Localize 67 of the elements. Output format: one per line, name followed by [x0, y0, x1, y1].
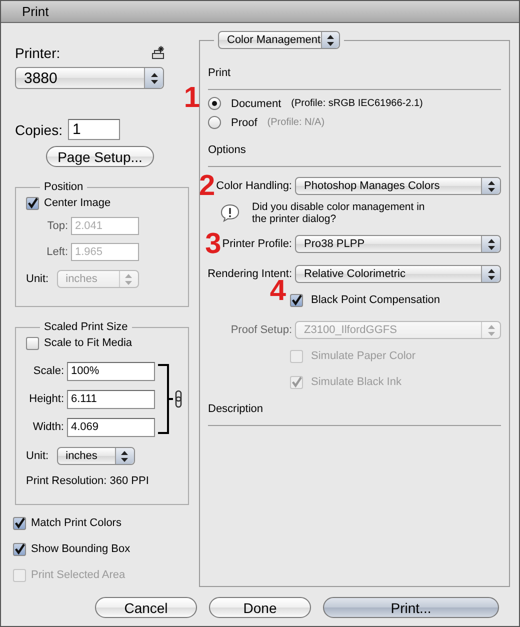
radio-button[interactable] — [208, 97, 221, 110]
updown-arrows-icon — [326, 34, 334, 46]
input-field[interactable]: 4.069 — [67, 418, 155, 436]
checkbox-label: Match Print Colors — [31, 517, 122, 529]
input-field[interactable]: 100% — [67, 362, 155, 380]
printer-label: Printer: — [15, 45, 60, 61]
updown-arrows-icon — [150, 72, 158, 84]
field-label: Top: — [46, 220, 68, 232]
updown-arrows-icon — [488, 180, 494, 192]
checkbox-label: Simulate Black Ink — [311, 376, 402, 388]
field-label: Height: — [28, 393, 64, 405]
input-field[interactable]: 6.111 — [67, 390, 155, 408]
field-label: Scale: — [32, 365, 64, 377]
checkbox-label: Center Image — [44, 197, 111, 209]
radio-label: Document — [231, 98, 282, 110]
checkbox[interactable] — [290, 294, 303, 306]
dialog-button[interactable]: Cancel — [95, 597, 197, 618]
field-label: Rendering Intent: — [208, 268, 292, 280]
profile-text: (Profile: N/A) — [267, 117, 325, 128]
step-number: 2 — [199, 175, 216, 197]
checkbox-label: Simulate Paper Color — [311, 350, 416, 362]
popup-button[interactable]: Color Management — [218, 31, 340, 49]
profile-text: (Profile: sRGB IEC61966-2.1) — [291, 98, 423, 109]
popup-button[interactable]: Pro38 PLPP — [295, 235, 501, 253]
printer-icon — [151, 46, 165, 60]
window-title: Print — [22, 4, 49, 19]
checkbox-label: Black Point Compensation — [311, 294, 440, 306]
section-heading: Print — [208, 67, 232, 79]
speech-bubble-icon — [220, 204, 240, 222]
popup-button[interactable]: Relative Colorimetric — [295, 265, 501, 283]
popup-button[interactable]: 3880 — [15, 67, 164, 89]
popup-button[interactable]: inches — [56, 447, 135, 465]
popup-button[interactable]: Photoshop Manages Colors — [295, 177, 501, 195]
updown-arrows-icon — [488, 268, 494, 280]
input-field[interactable]: 1 — [68, 119, 120, 140]
group-title: Position — [43, 181, 84, 193]
section-heading: Options — [208, 144, 247, 156]
dialog-button[interactable]: Done — [209, 597, 311, 618]
radio-label: Proof — [231, 116, 258, 128]
step-number: 4 — [270, 277, 286, 306]
step-number: 1 — [184, 84, 200, 113]
group-title: Scaled Print Size — [43, 321, 129, 333]
page-setup-button[interactable]: Page Setup... — [46, 146, 154, 167]
section-heading: Description — [208, 403, 264, 415]
resolution-text: Print Resolution: 360 PPI — [26, 475, 150, 487]
warning-text: Did you disable color management in the printer dialog? — [252, 201, 426, 225]
checkbox[interactable] — [13, 516, 26, 530]
checkbox[interactable] — [13, 542, 26, 556]
field-label: Unit: — [26, 273, 49, 285]
copies-label: Copies: — [15, 122, 62, 138]
print-button[interactable]: Print... — [323, 597, 499, 618]
field-label: Color Handling: — [216, 180, 292, 192]
checkbox-label: Show Bounding Box — [31, 543, 130, 555]
updown-arrows-icon — [488, 324, 494, 336]
field-label: Unit: — [26, 450, 49, 462]
checkbox-label: Scale to Fit Media — [44, 337, 132, 349]
updown-arrows-icon — [125, 274, 132, 284]
checkbox[interactable] — [26, 196, 39, 210]
updown-arrows-icon — [488, 238, 494, 250]
field-label: Width: — [32, 421, 64, 433]
field-label: Proof Setup: — [230, 324, 292, 336]
field-label: Left: — [46, 246, 68, 258]
step-number: 3 — [205, 233, 222, 255]
checkbox-label: Print Selected Area — [31, 569, 126, 581]
checkbox[interactable] — [26, 336, 39, 350]
updown-arrows-icon — [121, 450, 128, 462]
field-label: Printer Profile: — [222, 238, 292, 250]
